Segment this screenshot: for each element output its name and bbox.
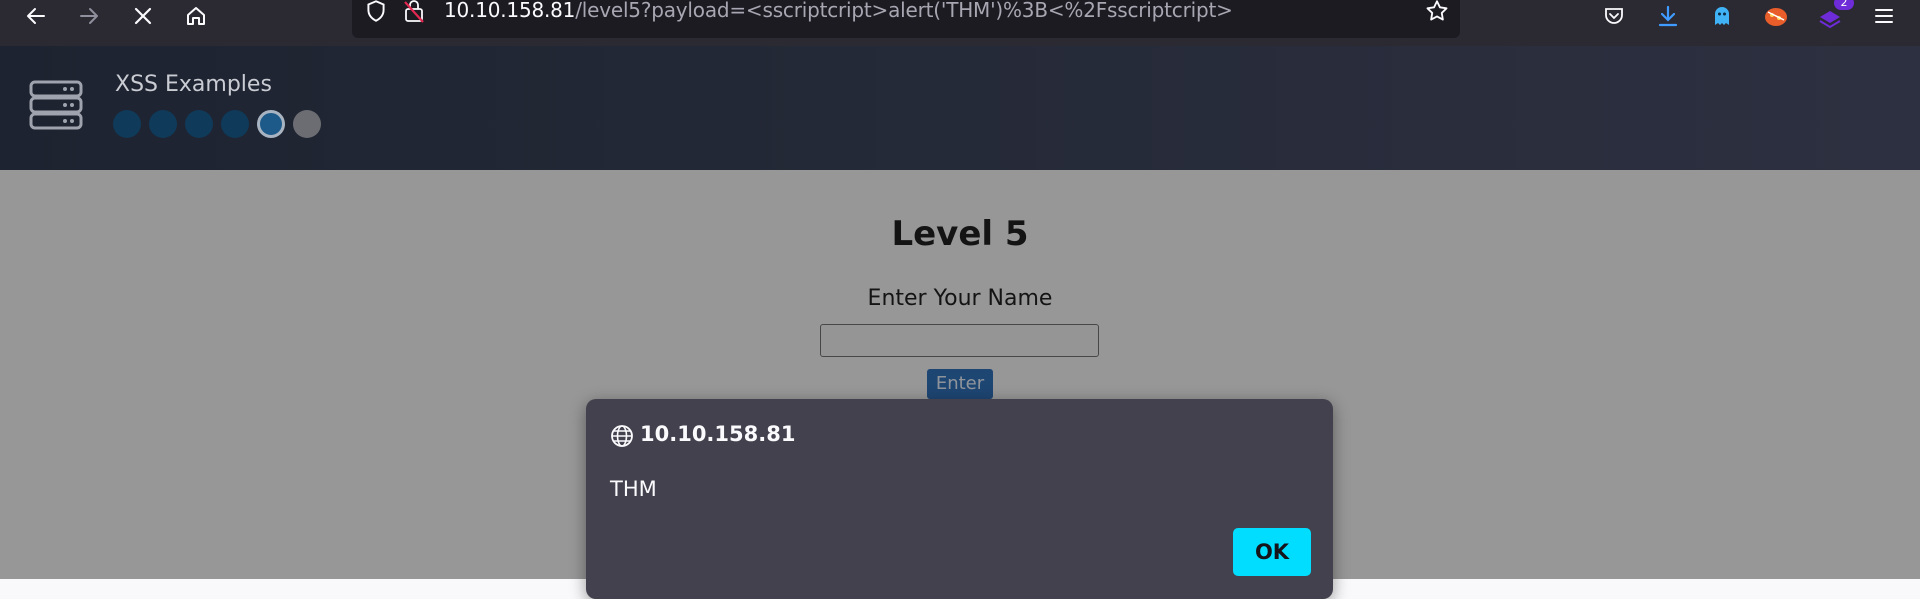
menu-button[interactable] — [1864, 0, 1904, 32]
url-path: /level5?payload=<sscriptcript>alert('THM… — [575, 0, 1233, 22]
url-bar[interactable]: 10.10.158.81/level5?payload=<sscriptcrip… — [352, 0, 1460, 38]
level-dot-4 — [221, 110, 249, 138]
level-dot-6 — [293, 110, 321, 138]
forward-button[interactable] — [69, 0, 109, 32]
extension-badge-count: 2 — [1834, 0, 1854, 10]
level-dot-1 — [113, 110, 141, 138]
browser-toolbar: 10.10.158.81/level5?payload=<sscriptcrip… — [0, 0, 1920, 47]
ok-button[interactable]: OK — [1233, 528, 1311, 576]
downloads-button[interactable] — [1648, 0, 1688, 32]
globe-icon — [611, 425, 633, 447]
cookie-icon — [1765, 8, 1787, 26]
hamburger-menu-icon — [1875, 9, 1893, 23]
bookmark-star-icon[interactable] — [1424, 0, 1450, 24]
dialog-origin: 10.10.158.81 — [640, 422, 796, 446]
close-icon — [134, 7, 152, 25]
insecure-lock-icon — [404, 0, 424, 23]
forward-arrow-icon — [80, 8, 98, 24]
dialog-message: THM — [610, 477, 657, 501]
stop-button[interactable] — [123, 0, 163, 32]
ghost-icon — [1715, 7, 1729, 25]
level-dot-3 — [185, 110, 213, 138]
site-title: XSS Examples — [115, 72, 272, 97]
shield-icon — [367, 0, 385, 22]
cookie-extension-button[interactable] — [1756, 0, 1796, 32]
site-header: XSS Examples — [0, 46, 1920, 170]
server-icon — [29, 80, 83, 130]
level-dot-5 — [257, 110, 285, 138]
url-host: 10.10.158.81 — [444, 0, 576, 22]
home-icon — [187, 7, 205, 25]
alert-dialog: 10.10.158.81 THM OK — [586, 399, 1333, 599]
download-icon — [1658, 5, 1678, 27]
pocket-button[interactable] — [1594, 0, 1634, 32]
back-arrow-icon — [27, 8, 45, 24]
back-button[interactable] — [16, 0, 56, 32]
ghost-extension-button[interactable] — [1702, 0, 1742, 32]
url-text[interactable]: 10.10.158.81/level5?payload=<sscriptcrip… — [444, 0, 1233, 24]
pocket-icon — [1605, 8, 1623, 24]
home-button[interactable] — [176, 0, 216, 32]
extension-badge-button[interactable]: 2 — [1810, 0, 1854, 32]
level-dot-2 — [149, 110, 177, 138]
